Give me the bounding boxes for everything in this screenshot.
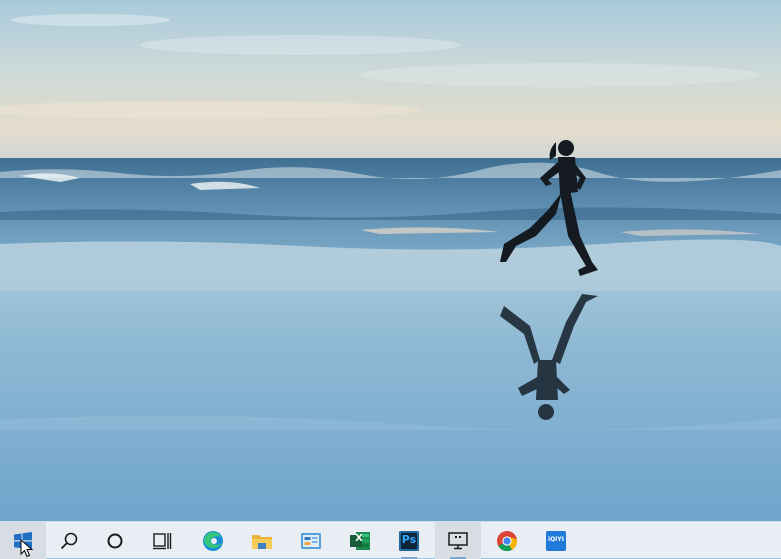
taskbar-app-file-explorer[interactable]	[239, 522, 285, 559]
desktop-wallpaper[interactable]	[0, 0, 781, 521]
taskbar-app-edge[interactable]	[190, 522, 236, 559]
edge-icon	[203, 530, 223, 551]
taskbar-app-remote-desktop[interactable]	[435, 522, 481, 559]
circle-icon	[107, 533, 123, 548]
windows-logo-icon	[14, 531, 32, 550]
cortana-button[interactable]	[92, 522, 138, 559]
taskbar-app-photoshop[interactable]: Ps	[386, 522, 432, 559]
monitor-icon	[448, 531, 468, 549]
excel-icon: X	[355, 533, 363, 544]
taskbar-app-excel[interactable]: X	[337, 522, 383, 559]
taskbar-app-chrome[interactable]	[484, 522, 530, 559]
photoshop-icon: Ps	[401, 533, 417, 546]
wallpaper-image	[0, 0, 781, 521]
iqiyi-icon: iQIYI	[548, 536, 564, 543]
search-button[interactable]	[46, 522, 92, 559]
taskbar-app-control-panel[interactable]	[288, 522, 334, 559]
start-button[interactable]	[0, 522, 46, 559]
chrome-icon	[497, 530, 518, 551]
folder-icon	[252, 534, 272, 549]
taskbar: X Ps iQIYI	[0, 521, 781, 559]
control-panel-icon	[301, 532, 321, 549]
task-view-icon	[153, 532, 172, 549]
search-icon	[60, 532, 78, 549]
task-view-button[interactable]	[139, 522, 185, 559]
taskbar-app-iqiyi[interactable]: iQIYI	[533, 522, 579, 559]
